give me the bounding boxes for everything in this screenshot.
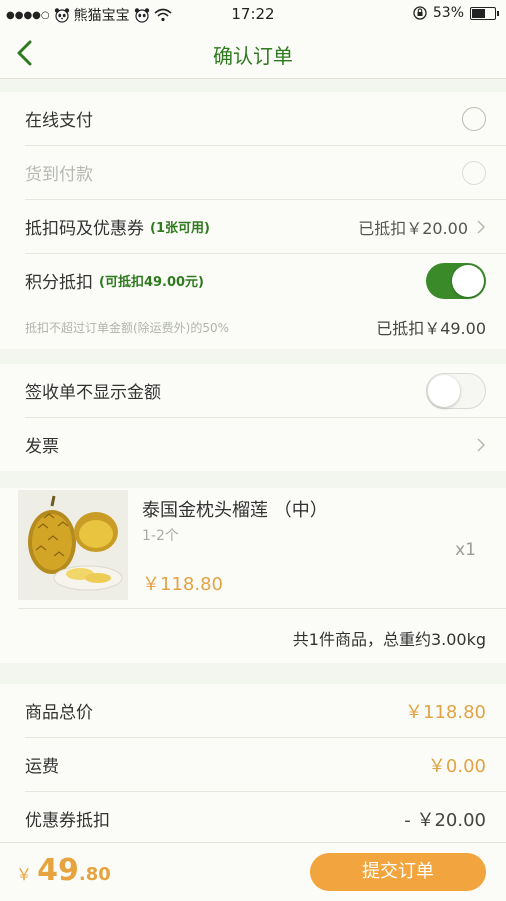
points-note: 抵扣不超过订单金额(除运费外)的50% xyxy=(25,321,230,335)
online-payment-row[interactable]: 在线支付 xyxy=(25,92,506,146)
points-applied-value: 已抵扣￥49.00 xyxy=(376,319,486,338)
submit-order-button[interactable]: 提交订单 xyxy=(310,853,486,891)
coupon-discount-label: 优惠券抵扣 xyxy=(25,811,110,831)
invoice-row[interactable]: 发票 xyxy=(25,418,506,471)
coupon-applied-value: 已抵扣￥20.00 xyxy=(358,218,468,238)
status-bar: ●●●●○ 熊猫宝宝 17:22 53% xyxy=(0,0,506,28)
online-payment-radio[interactable] xyxy=(462,106,486,131)
product-name: 泰国金枕头榴莲 （中） xyxy=(142,500,328,521)
online-payment-label: 在线支付 xyxy=(25,111,93,131)
coupon-discount-value: - ￥20.00 xyxy=(404,809,486,831)
total-integer: 49 xyxy=(37,853,79,888)
points-row: 积分抵扣 (可抵扣49.00元) xyxy=(25,254,506,307)
status-right: 53% xyxy=(413,5,499,21)
product-quantity: x1 xyxy=(455,540,476,560)
cod-payment-radio xyxy=(462,160,486,185)
options-section: 签收单不显示金额 发票 xyxy=(0,364,506,471)
hide-amount-toggle[interactable] xyxy=(426,372,486,409)
checkout-bar: ￥ 49.80 提交订单 xyxy=(0,842,506,901)
orientation-lock-icon xyxy=(413,6,427,20)
points-label: 积分抵扣 xyxy=(25,273,93,293)
shipping-label: 运费 xyxy=(25,757,59,777)
items-total-row: 商品总价 ￥118.80 xyxy=(25,684,506,738)
product-section: 泰国金枕头榴莲 （中） 1-2个 x1 ￥118.80 共1件商品，总重约3.0… xyxy=(0,488,506,663)
coupon-discount-row: 优惠券抵扣 - ￥20.00 xyxy=(25,792,506,845)
hide-amount-label: 签收单不显示金额 xyxy=(25,383,161,403)
page-title: 确认订单 xyxy=(213,44,293,68)
product-image xyxy=(18,490,128,600)
chevron-right-icon xyxy=(477,437,486,452)
points-note-row: 抵扣不超过订单金额(除运费外)的50% 已抵扣￥49.00 xyxy=(25,307,506,349)
battery-icon xyxy=(470,6,499,20)
product-spec: 1-2个 xyxy=(142,528,179,544)
points-toggle[interactable] xyxy=(426,262,486,299)
toggle-knob xyxy=(452,264,484,297)
cod-payment-label: 货到付款 xyxy=(25,165,93,185)
order-total: ￥ 49.80 xyxy=(16,853,111,888)
items-total-value: ￥118.80 xyxy=(405,701,486,723)
shipping-value: ￥0.00 xyxy=(427,755,486,777)
hide-amount-row: 签收单不显示金额 xyxy=(25,364,506,418)
price-summary-section: 商品总价 ￥118.80 运费 ￥0.00 优惠券抵扣 - ￥20.00 xyxy=(0,684,506,845)
product-summary-row: 共1件商品，总重约3.00kg xyxy=(0,609,506,663)
chevron-right-icon xyxy=(477,219,486,234)
navigation-bar: 确认订单 xyxy=(0,28,506,79)
product-item[interactable]: 泰国金枕头榴莲 （中） 1-2个 x1 ￥118.80 xyxy=(18,488,506,609)
coupon-available: (1张可用) xyxy=(150,221,210,236)
invoice-label: 发票 xyxy=(25,437,59,457)
product-price: ￥118.80 xyxy=(142,574,223,595)
shipping-row: 运费 ￥0.00 xyxy=(25,738,506,792)
product-summary: 共1件商品，总重约3.00kg xyxy=(292,630,486,649)
coupon-row[interactable]: 抵扣码及优惠券 (1张可用) 已抵扣￥20.00 xyxy=(25,200,506,254)
payment-section: 在线支付 货到付款 抵扣码及优惠券 (1张可用) 已抵扣￥20.00 积分抵扣 … xyxy=(0,92,506,349)
points-available: (可抵扣49.00元) xyxy=(99,275,205,290)
total-decimal: .80 xyxy=(78,864,111,885)
coupon-label: 抵扣码及优惠券 xyxy=(25,219,144,239)
items-total-label: 商品总价 xyxy=(25,703,93,723)
toggle-knob xyxy=(428,374,460,407)
battery-percent: 53% xyxy=(432,5,464,21)
cod-payment-row: 货到付款 xyxy=(25,146,506,200)
total-currency: ￥ xyxy=(16,865,33,884)
